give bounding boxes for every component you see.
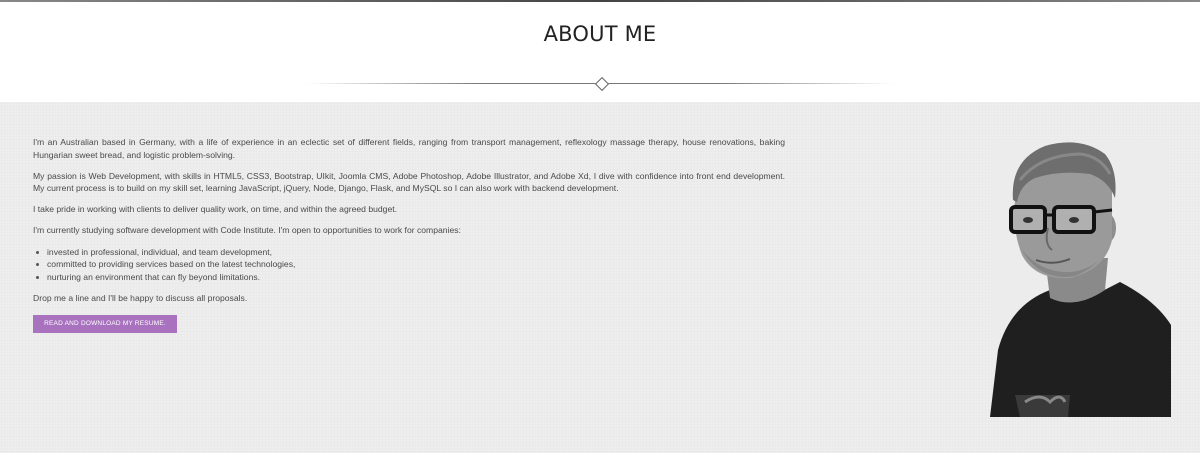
list-item: committed to providing services based on… — [36, 258, 785, 271]
company-criteria-list: invested in professional, individual, an… — [36, 246, 785, 284]
about-section: I'm an Australian based in Germany, with… — [0, 102, 1200, 453]
page-title: ABOUT ME — [543, 22, 657, 46]
diamond-icon — [594, 76, 610, 92]
resume-download-button[interactable]: READ AND DOWNLOAD MY RESUME. — [33, 314, 177, 333]
about-paragraph-2: My passion is Web Development, with skil… — [33, 170, 785, 194]
about-closing: Drop me a line and I'll be happy to disc… — [33, 292, 248, 303]
about-paragraph-4: I'm currently studying software developm… — [33, 225, 461, 236]
about-paragraph-3: I take pride in working with clients to … — [33, 204, 397, 215]
about-text: I'm an Australian based in Germany, with… — [33, 136, 785, 333]
list-item: nurturing an environment that can fly be… — [36, 271, 785, 284]
section-header: ABOUT ME — [0, 2, 1200, 102]
profile-photo — [990, 140, 1171, 417]
about-paragraph-1: I'm an Australian based in Germany, with… — [33, 137, 785, 160]
list-item: invested in professional, individual, an… — [36, 246, 785, 259]
